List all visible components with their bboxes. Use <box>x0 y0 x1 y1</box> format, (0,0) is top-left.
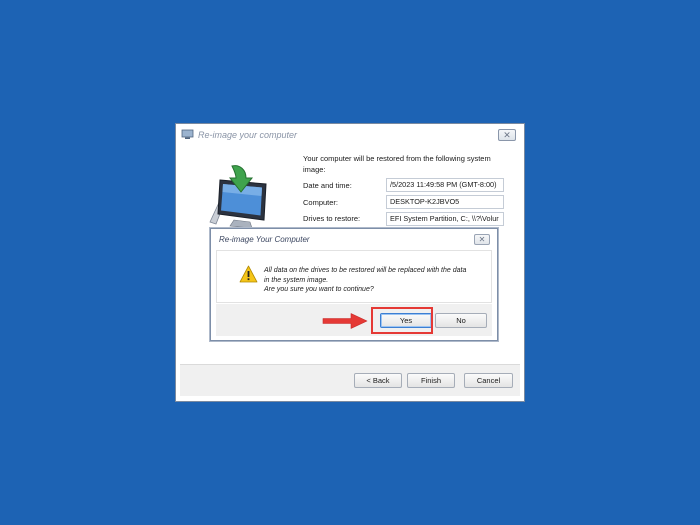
wizard-titlebar: Re-image your computer ✕ <box>176 124 524 146</box>
confirm-dialog-close-button[interactable]: ✕ <box>474 234 490 245</box>
confirm-dialog-titlebar: Re-image Your Computer ✕ <box>211 229 497 249</box>
no-button[interactable]: No <box>435 313 487 328</box>
computer-icon <box>181 129 194 139</box>
arrow-pointer-icon <box>322 313 368 329</box>
restore-computer-icon <box>209 165 267 229</box>
wizard-footer: < Back Finish Cancel <box>180 364 520 396</box>
message-line-3: Are you sure you want to continue? <box>264 286 374 293</box>
confirm-dialog-body: All data on the drives to be restored wi… <box>216 250 492 303</box>
message-line-2: in the system image. <box>264 276 329 284</box>
back-button[interactable]: < Back <box>354 373 402 388</box>
message-line-1: All data on the drives to be restored wi… <box>264 267 467 274</box>
date-time-value: /5/2023 11:49:58 PM (GMT-8:00) <box>386 178 504 192</box>
confirm-dialog-title: Re-image Your Computer <box>219 235 310 244</box>
drives-to-restore-value: EFI System Partition, C:, \\?\Volur <box>386 212 504 226</box>
warning-icon <box>239 265 258 283</box>
wizard-close-button[interactable]: ✕ <box>498 129 516 141</box>
computer-label: Computer: <box>303 198 339 207</box>
wizard-intro-text: Your computer will be restored from the … <box>303 154 491 174</box>
wizard-title: Re-image your computer <box>198 130 298 140</box>
confirm-dialog-message: All data on the drives to be restored wi… <box>264 266 486 295</box>
computer-value: DESKTOP-K2JBVO5 <box>386 195 504 209</box>
finish-button[interactable]: Finish <box>407 373 455 388</box>
date-time-label: Date and time: <box>303 181 352 190</box>
yes-button-highlight <box>371 307 433 334</box>
cancel-button[interactable]: Cancel <box>464 373 513 388</box>
drives-to-restore-label: Drives to restore: <box>303 214 361 223</box>
